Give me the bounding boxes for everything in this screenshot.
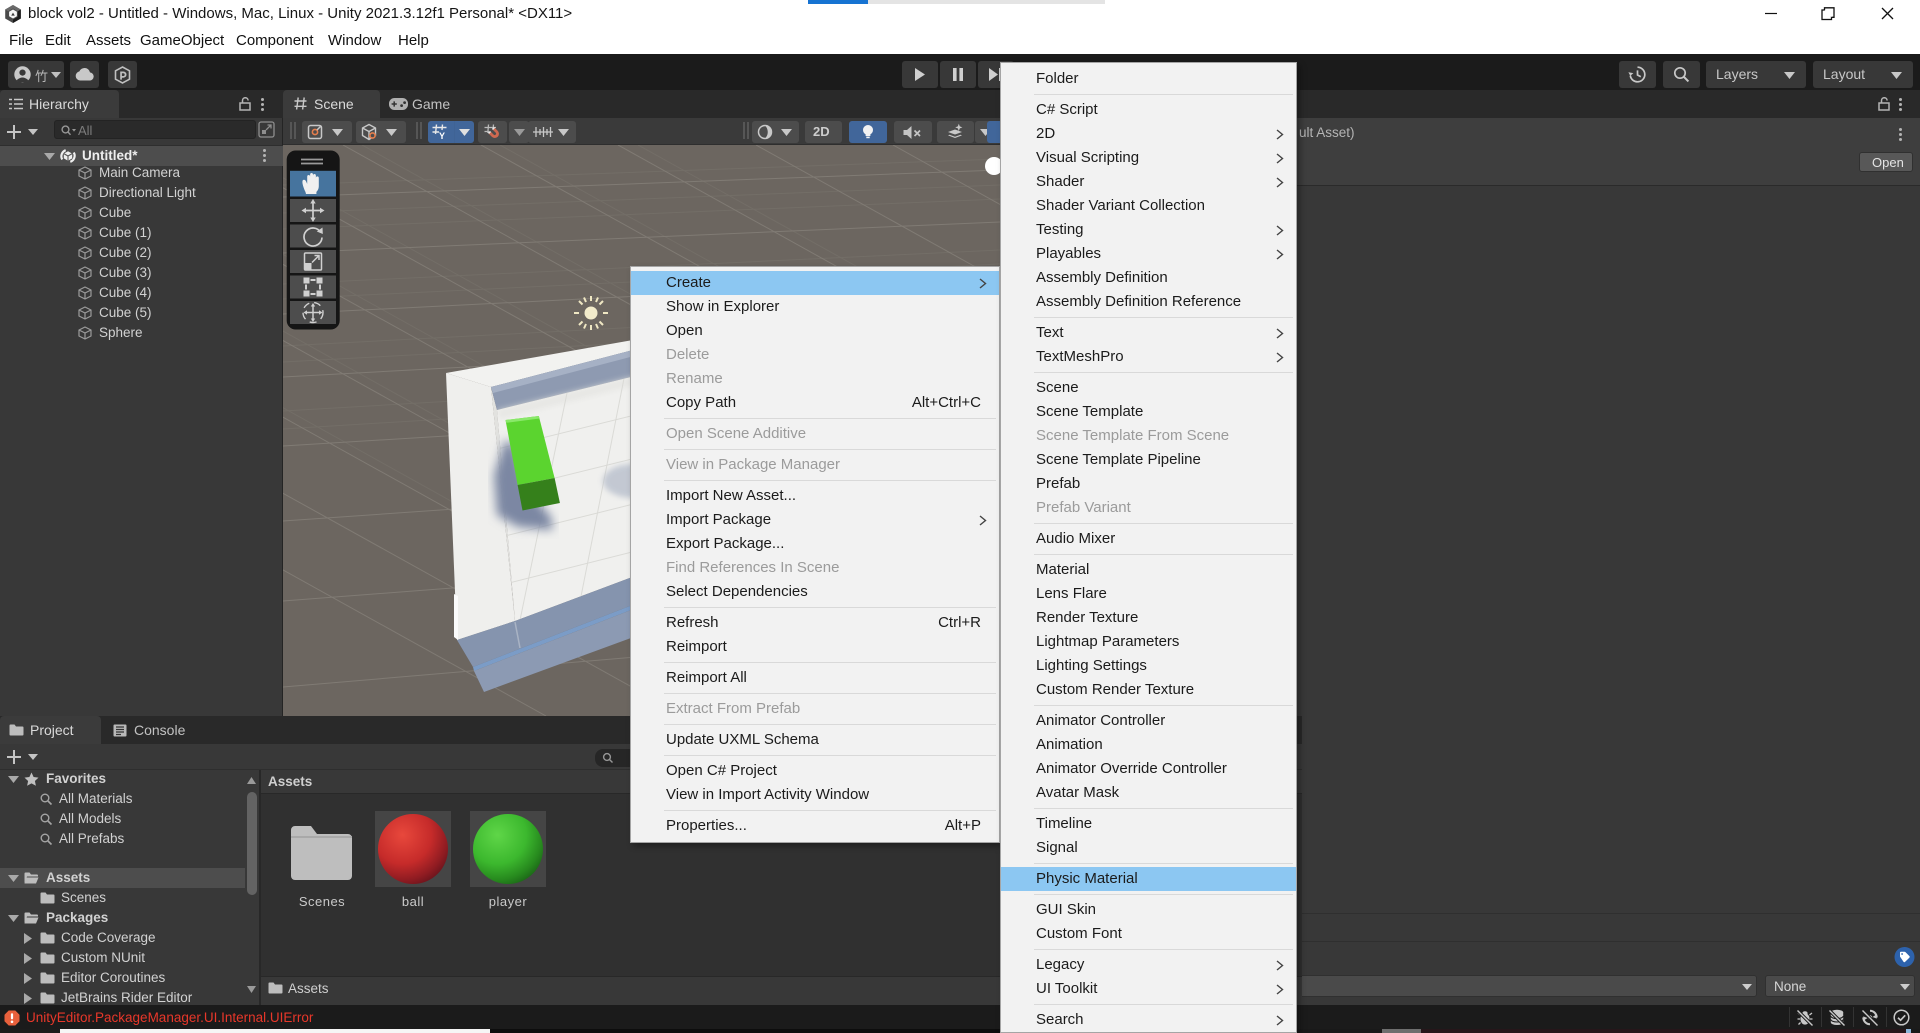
svg-text:Y: Y bbox=[439, 131, 445, 140]
